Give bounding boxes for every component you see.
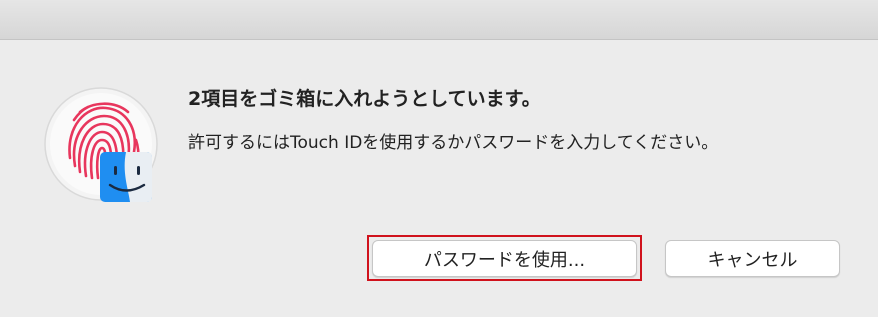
dialog-message: 許可するにはTouch IDを使用するかパスワードを入力してください。 [188,133,719,153]
touch-id-icon [44,86,160,204]
use-password-button[interactable]: パスワードを使用... [372,240,637,277]
cancel-button[interactable]: キャンセル [665,240,840,277]
dialog-title: 2項目をゴミ箱に入れようとしています。 [188,88,541,110]
window-titlebar [0,0,878,40]
auth-dialog: 2項目をゴミ箱に入れようとしています。 許可するにはTouch IDを使用するか… [0,0,878,317]
